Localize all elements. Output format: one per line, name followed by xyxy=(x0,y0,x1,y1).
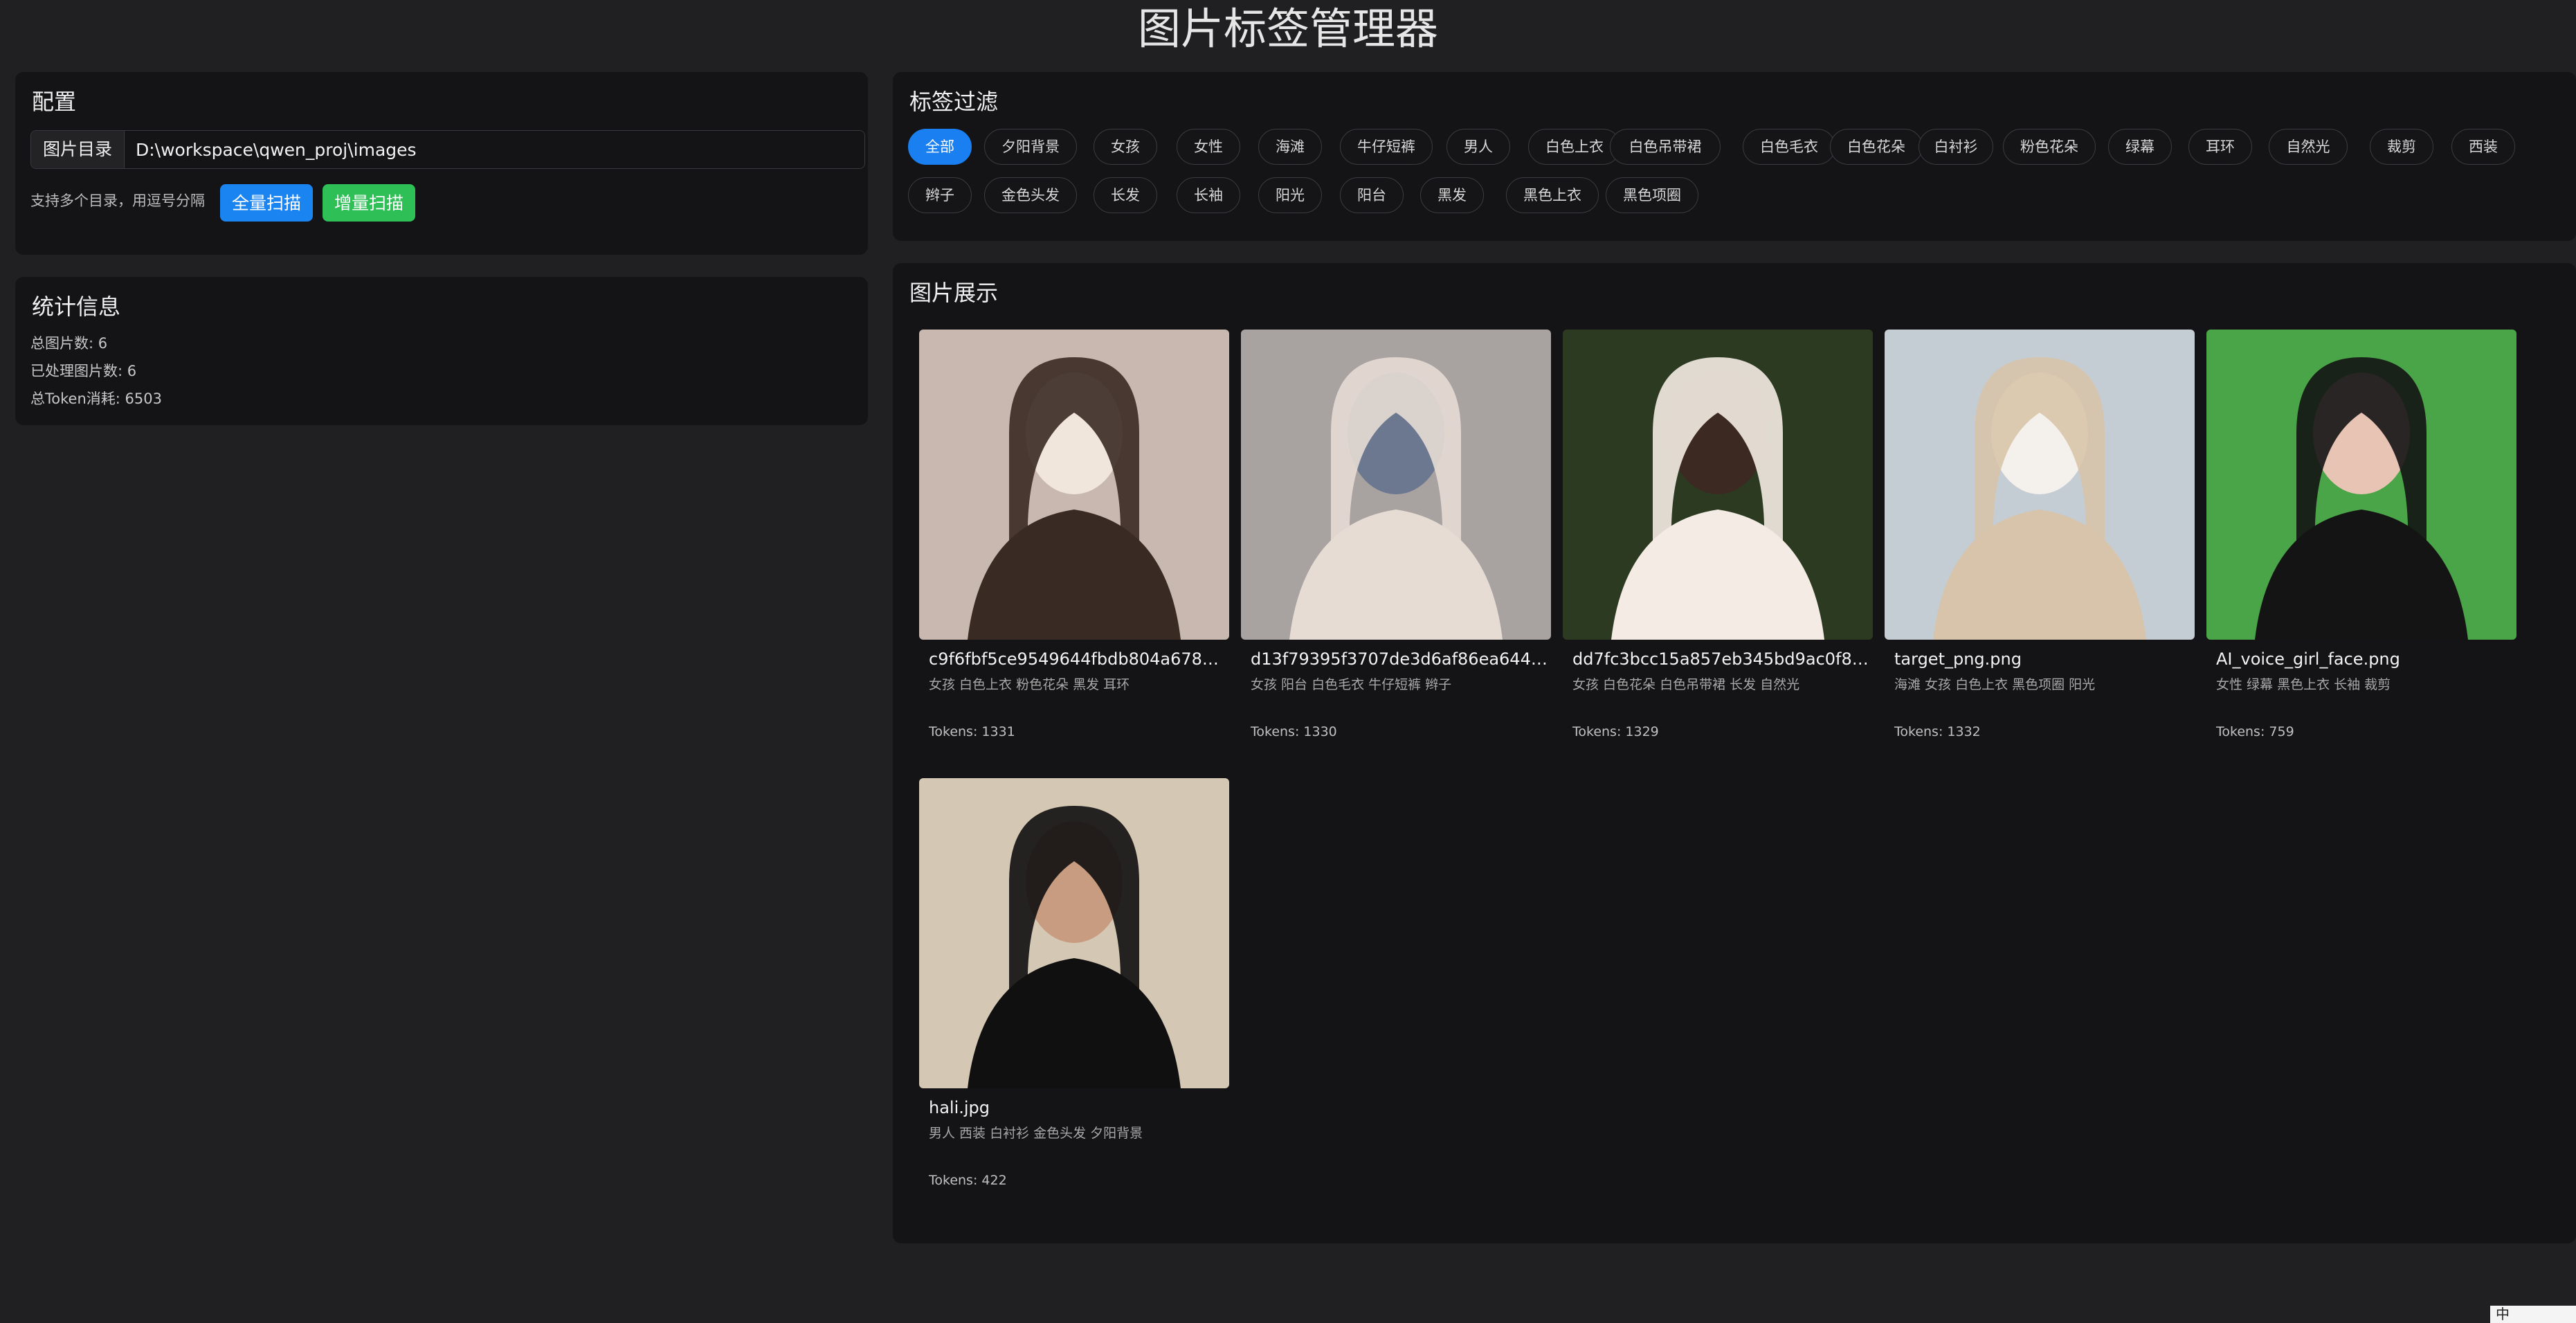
image-thumbnail[interactable] xyxy=(2206,330,2516,640)
image-tags: 男人 西装 白衬衫 金色头发 夕阳背景 xyxy=(929,1126,1143,1141)
tag-filter-item[interactable]: 白色上衣 xyxy=(1528,129,1621,165)
tag-filter-item[interactable]: 黑色项圈 xyxy=(1606,177,1698,213)
image-filename: d13f79395f3707de3d6af86ea6444468.webp xyxy=(1251,649,1548,669)
image-token-count: Tokens: 422 xyxy=(929,1173,1007,1188)
image-token-count: Tokens: 1330 xyxy=(1251,724,1337,739)
image-token-count: Tokens: 1329 xyxy=(1572,724,1659,739)
directory-hint: 支持多个目录，用逗号分隔 xyxy=(30,192,205,209)
tag-filter-item[interactable]: 长发 xyxy=(1094,177,1157,213)
tag-filter-item[interactable]: 女孩 xyxy=(1094,129,1157,165)
tag-filter-item[interactable]: 阳台 xyxy=(1340,177,1404,213)
incremental-scan-button[interactable]: 增量扫描 xyxy=(323,184,415,222)
gallery-title: 图片展示 xyxy=(909,280,999,306)
tag-filter-item[interactable]: 金色头发 xyxy=(984,177,1077,213)
directory-input-group: 图片目录 xyxy=(30,130,865,169)
page-title: 图片标签管理器 xyxy=(1137,3,1438,54)
image-tags: 女性 绿幕 黑色上衣 长袖 裁剪 xyxy=(2216,677,2391,692)
image-filename: target_png.png xyxy=(1894,649,2022,669)
tag-filter-title: 标签过滤 xyxy=(909,89,999,115)
image-tags: 女孩 白色花朵 白色吊带裙 长发 自然光 xyxy=(1572,677,1800,692)
full-scan-button[interactable]: 全量扫描 xyxy=(220,184,313,222)
tag-filter-item[interactable]: 粉色花朵 xyxy=(2003,129,2096,165)
tag-filter-item[interactable]: 白色毛衣 xyxy=(1743,129,1835,165)
image-thumbnail[interactable] xyxy=(1885,330,2195,640)
directory-label: 图片目录 xyxy=(31,131,125,168)
image-thumbnail[interactable] xyxy=(1563,330,1873,640)
image-filename: c9f6fbf5ce9549644fbdb804a6780c16.webp xyxy=(929,649,1226,669)
stat-total-tokens: 总Token消耗: 6503 xyxy=(30,390,162,407)
tag-filter-item[interactable]: 裁剪 xyxy=(2370,129,2433,165)
image-filename: dd7fc3bcc15a857eb345bd9ac0f8beb1.webp xyxy=(1572,649,1870,669)
tag-filter-item[interactable]: 牛仔短裤 xyxy=(1340,129,1433,165)
image-thumbnail[interactable] xyxy=(1241,330,1551,640)
image-card[interactable]: d13f79395f3707de3d6af86ea6444468.webp 女孩 … xyxy=(1241,330,1551,745)
image-filename: hali.jpg xyxy=(929,1098,990,1117)
config-panel: 配置 图片目录 支持多个目录，用逗号分隔 全量扫描 增量扫描 xyxy=(15,72,868,255)
directory-input[interactable] xyxy=(125,131,864,168)
image-token-count: Tokens: 1332 xyxy=(1894,724,1981,739)
config-title: 配置 xyxy=(32,89,77,115)
tag-filter-item[interactable]: 男人 xyxy=(1446,129,1510,165)
tag-filter-item[interactable]: 全部 xyxy=(908,129,972,165)
tag-filter-item[interactable]: 夕阳背景 xyxy=(984,129,1077,165)
image-token-count: Tokens: 759 xyxy=(2216,724,2294,739)
tag-filter-item[interactable]: 辫子 xyxy=(908,177,972,213)
tag-filter-item[interactable]: 西装 xyxy=(2451,129,2515,165)
image-card[interactable]: hali.jpg 男人 西装 白衬衫 金色头发 夕阳背景 Tokens: 422 xyxy=(919,778,1229,1194)
gallery-panel: 图片展示 c9f6fbf5ce9549644fbdb804a6780c16.we… xyxy=(893,263,2576,1243)
tag-filter-item[interactable]: 海滩 xyxy=(1258,129,1322,165)
image-tags: 女孩 白色上衣 粉色花朵 黑发 耳环 xyxy=(929,677,1130,692)
tag-filter-panel: 标签过滤 全部 夕阳背景 女孩 女性 海滩 牛仔短裤 男人 白色上衣 白色吊带裙 白色毛衣 白色花朵… xyxy=(893,72,2576,241)
image-thumbnail[interactable] xyxy=(919,778,1229,1088)
stat-total-images: 总图片数: 6 xyxy=(30,335,108,352)
stat-processed-images: 已处理图片数: 6 xyxy=(30,363,137,379)
image-filename: AI_voice_girl_face.png xyxy=(2216,649,2400,669)
tag-filter-item[interactable]: 阳光 xyxy=(1258,177,1322,213)
ime-indicator[interactable]: 中 xyxy=(2490,1306,2576,1323)
image-thumbnail[interactable] xyxy=(919,330,1229,640)
image-tags: 女孩 阳台 白色毛衣 牛仔短裤 辫子 xyxy=(1251,677,1452,692)
image-card[interactable]: AI_voice_girl_face.png 女性 绿幕 黑色上衣 长袖 裁剪 To… xyxy=(2206,330,2516,745)
tag-filter-item[interactable]: 自然光 xyxy=(2269,129,2348,165)
stats-title: 统计信息 xyxy=(32,294,121,320)
image-card[interactable]: target_png.png 海滩 女孩 白色上衣 黑色项圈 阳光 Tokens: … xyxy=(1885,330,2195,745)
image-token-count: Tokens: 1331 xyxy=(929,724,1015,739)
tag-filter-item[interactable]: 长袖 xyxy=(1177,177,1240,213)
tag-filter-item[interactable]: 女性 xyxy=(1177,129,1240,165)
image-card[interactable]: dd7fc3bcc15a857eb345bd9ac0f8beb1.webp 女孩 … xyxy=(1563,330,1873,745)
image-tags: 海滩 女孩 白色上衣 黑色项圈 阳光 xyxy=(1894,677,2096,692)
tag-filter-item[interactable]: 耳环 xyxy=(2188,129,2252,165)
image-card[interactable]: c9f6fbf5ce9549644fbdb804a6780c16.webp 女孩 … xyxy=(919,330,1229,745)
tag-filter-item[interactable]: 黑色上衣 xyxy=(1506,177,1599,213)
tag-filter-item[interactable]: 绿幕 xyxy=(2108,129,2172,165)
tag-filter-item[interactable]: 白色花朵 xyxy=(1830,129,1923,165)
tag-filter-item[interactable]: 黑发 xyxy=(1420,177,1484,213)
tag-filter-item[interactable]: 白色吊带裙 xyxy=(1610,129,1721,165)
stats-panel: 统计信息 总图片数: 6 已处理图片数: 6 总Token消耗: 6503 xyxy=(15,277,868,425)
tag-filter-item[interactable]: 白衬衫 xyxy=(1919,129,1993,165)
